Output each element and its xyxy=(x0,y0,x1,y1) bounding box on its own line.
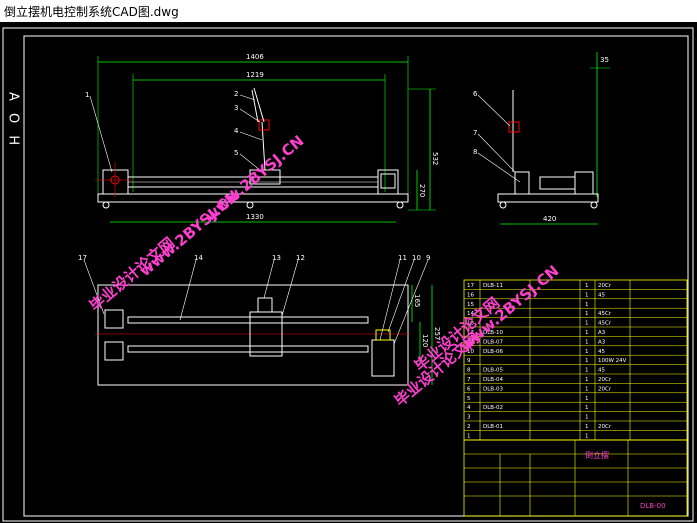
bom-cell-mat: 20Cr xyxy=(598,386,612,392)
outer-border xyxy=(2,27,694,522)
bom-cell-no: 9 xyxy=(467,358,471,364)
balloon-5: 5 xyxy=(234,149,238,157)
drawing-no: DLB-00 xyxy=(640,502,666,510)
balloon-10: 10 xyxy=(412,254,421,262)
bom-cell-no: 2 xyxy=(467,424,471,430)
bom-cell-qty: 1 xyxy=(585,358,589,364)
bom-cell-mat: 20Cr xyxy=(598,283,612,289)
balloon-3: 3 xyxy=(234,104,238,112)
title-block[interactable]: 倒立摆 DLB-00 xyxy=(463,439,688,517)
bom-cell-qty: 1 xyxy=(585,405,589,411)
dim-165: 165 xyxy=(413,294,421,307)
window-titlebar: 倒立摆机电控制系统CAD图.dwg xyxy=(0,0,697,22)
balloon-12: 12 xyxy=(296,254,305,262)
dim-35: 35 xyxy=(600,56,609,64)
bom-cell-qty: 1 xyxy=(585,396,589,402)
dim-420: 420 xyxy=(543,215,556,223)
bom-cell-mat: 45 xyxy=(598,349,605,355)
bom-cell-code: DLB-06 xyxy=(483,349,504,355)
bom-cell-mat: 45Cr xyxy=(598,321,612,327)
bom-cell-no: 7 xyxy=(467,377,471,383)
balloon-14: 14 xyxy=(194,254,203,262)
dim-270: 270 xyxy=(418,184,426,197)
bom-cell-mat: A3 xyxy=(598,339,606,345)
dim-1406: 1406 xyxy=(246,53,264,61)
bom-cell-no: 15 xyxy=(467,302,474,308)
cad-canvas[interactable]: A O H 1406 1219 1330 532 270 1 2 3 4 5 3… xyxy=(0,22,697,523)
bom-cell-no: 1 xyxy=(467,433,471,439)
bom-cell-no: 4 xyxy=(467,405,471,411)
bom-cell-qty: 1 xyxy=(585,368,589,374)
bom-cell-mat: 45 xyxy=(598,368,605,374)
bom-cell-mat: A3 xyxy=(598,330,606,336)
bom-cell-no: 17 xyxy=(467,283,474,289)
balloon-6: 6 xyxy=(473,90,478,98)
balloon-4: 4 xyxy=(234,127,239,135)
bom-cell-code: DLB-11 xyxy=(483,283,503,289)
window-title: 倒立摆机电控制系统CAD图.dwg xyxy=(4,5,179,19)
bom-cell-code: DLB-07 xyxy=(483,339,504,345)
dim-120: 120 xyxy=(421,334,429,347)
bom-cell-no: 5 xyxy=(467,396,471,402)
balloon-7: 7 xyxy=(473,129,477,137)
bom-cell-qty: 1 xyxy=(585,330,589,336)
bom-cell-qty: 1 xyxy=(585,292,589,298)
bom-cell-code: DLB-04 xyxy=(483,377,504,383)
balloon-8: 8 xyxy=(473,148,477,156)
balloon-2: 2 xyxy=(234,90,238,98)
front-view[interactable]: 1406 1219 1330 532 270 1 2 3 4 5 xyxy=(85,53,439,223)
drawing-name: 倒立摆 xyxy=(585,450,609,460)
bom-cell-code: DLB-05 xyxy=(483,368,504,374)
cad-drawing: A O H 1406 1219 1330 532 270 1 2 3 4 5 3… xyxy=(2,27,694,522)
bom-cell-no: 3 xyxy=(467,415,471,421)
bom-cell-mat: 100W 24V xyxy=(598,358,627,364)
bom-cell-qty: 1 xyxy=(585,433,589,439)
balloon-13: 13 xyxy=(272,254,281,262)
bom-cell-qty: 1 xyxy=(585,386,589,392)
frame-side-label: A O H xyxy=(6,92,21,149)
side-view[interactable]: 35 420 6 7 8 xyxy=(473,52,610,225)
bom-cell-mat: 45 xyxy=(598,292,605,298)
balloon-1: 1 xyxy=(85,91,89,99)
bom-cell-qty: 1 xyxy=(585,349,589,355)
bom-cell-mat: 20Cr xyxy=(598,377,612,383)
bom-cell-code: DLB-03 xyxy=(483,386,504,392)
bom-cell-code: DLB-02 xyxy=(483,405,503,411)
bom-cell-code: DLB-01 xyxy=(483,424,503,430)
balloon-9: 9 xyxy=(426,254,430,262)
bom-cell-mat: 45Cr xyxy=(598,311,612,317)
dim-532: 532 xyxy=(431,152,439,165)
bom-cell-mat: 20Cr xyxy=(598,424,612,430)
bom-cell-qty: 1 xyxy=(585,377,589,383)
bom-cell-no: 8 xyxy=(467,368,471,374)
bom-cell-qty: 1 xyxy=(585,311,589,317)
dim-1330: 1330 xyxy=(246,213,264,221)
bom-cell-qty: 1 xyxy=(585,424,589,430)
bom-cell-qty: 1 xyxy=(585,321,589,327)
bom-cell-no: 6 xyxy=(467,386,471,392)
bom-cell-qty: 1 xyxy=(585,302,589,308)
bom-cell-no: 16 xyxy=(467,292,474,298)
balloon-17: 17 xyxy=(78,254,87,262)
dim-1219: 1219 xyxy=(246,71,264,79)
bom-cell-qty: 1 xyxy=(585,415,589,421)
watermark-url-2: www.2BYSJ.CN xyxy=(201,132,307,225)
bom-cell-qty: 1 xyxy=(585,283,589,289)
balloon-11: 11 xyxy=(398,254,407,262)
bom-cell-qty: 1 xyxy=(585,339,589,345)
